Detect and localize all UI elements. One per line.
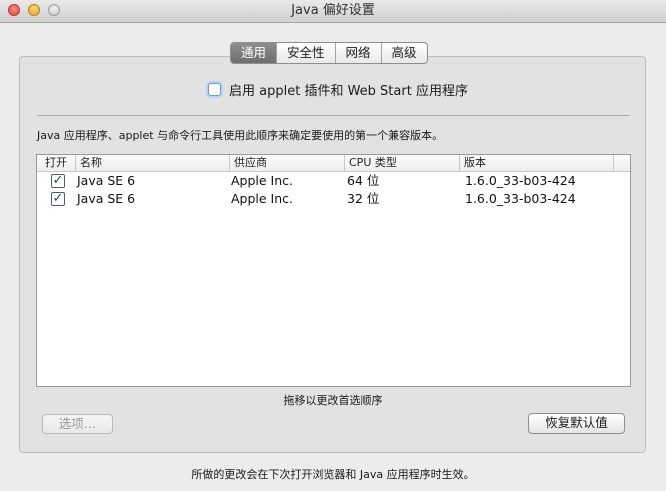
column-header-name[interactable]: 名称 bbox=[75, 155, 229, 171]
restore-defaults-button[interactable]: 恢复默认值 bbox=[528, 413, 625, 434]
jre-table: 打开 名称 供应商 CPU 类型 版本 ✓ Java SE 6 Apple In… bbox=[36, 154, 631, 387]
enable-applet-checkbox[interactable] bbox=[208, 82, 221, 96]
row-enabled-checkbox[interactable]: ✓ bbox=[51, 174, 65, 188]
cell-cpu: 64 位 bbox=[347, 173, 380, 188]
table-row[interactable]: ✓ Java SE 6 Apple Inc. 64 位 1.6.0_33-b03… bbox=[37, 172, 630, 190]
cell-version: 1.6.0_33-b03-424 bbox=[465, 173, 576, 188]
column-header-version[interactable]: 版本 bbox=[459, 155, 613, 171]
tab-general[interactable]: 通用 bbox=[231, 43, 277, 63]
tab-security[interactable]: 安全性 bbox=[276, 43, 335, 63]
cell-vendor: Apple Inc. bbox=[231, 173, 294, 188]
options-button[interactable]: 选项… bbox=[42, 414, 113, 434]
tab-bar: 通用 安全性 网络 高级 bbox=[230, 42, 428, 64]
column-header-vendor[interactable]: 供应商 bbox=[229, 155, 344, 171]
java-preferences-window: Java 偏好设置 通用 安全性 网络 高级 启用 applet 插件和 Web… bbox=[0, 0, 666, 491]
column-header-spacer bbox=[613, 155, 630, 171]
cell-name: Java SE 6 bbox=[77, 173, 136, 188]
tab-advanced[interactable]: 高级 bbox=[380, 43, 427, 63]
drag-hint: 拖移以更改首选顺序 bbox=[283, 394, 383, 407]
enable-applet-row[interactable]: 启用 applet 插件和 Web Start 应用程序 bbox=[208, 80, 468, 99]
cell-cpu: 32 位 bbox=[347, 191, 380, 206]
column-header-cpu[interactable]: CPU 类型 bbox=[344, 155, 459, 171]
footer-note: 所做的更改会在下次打开浏览器和 Java 应用程序时生效。 bbox=[191, 468, 475, 481]
column-header-enabled[interactable]: 打开 bbox=[41, 155, 77, 171]
cell-vendor: Apple Inc. bbox=[231, 191, 294, 206]
divider bbox=[37, 115, 630, 116]
version-order-description: Java 应用程序、applet 与命令行工具使用此顺序来确定要使用的第一个兼容… bbox=[37, 129, 444, 142]
enable-applet-label: 启用 applet 插件和 Web Start 应用程序 bbox=[229, 83, 468, 99]
table-header: 打开 名称 供应商 CPU 类型 版本 bbox=[37, 155, 630, 172]
cell-name: Java SE 6 bbox=[77, 191, 136, 206]
cell-version: 1.6.0_33-b03-424 bbox=[465, 191, 576, 206]
title-bar: Java 偏好设置 bbox=[0, 0, 666, 23]
window-title: Java 偏好设置 bbox=[291, 3, 375, 18]
tab-network[interactable]: 网络 bbox=[334, 43, 381, 63]
row-enabled-checkbox[interactable]: ✓ bbox=[51, 192, 65, 206]
table-row[interactable]: ✓ Java SE 6 Apple Inc. 32 位 1.6.0_33-b03… bbox=[37, 190, 630, 208]
